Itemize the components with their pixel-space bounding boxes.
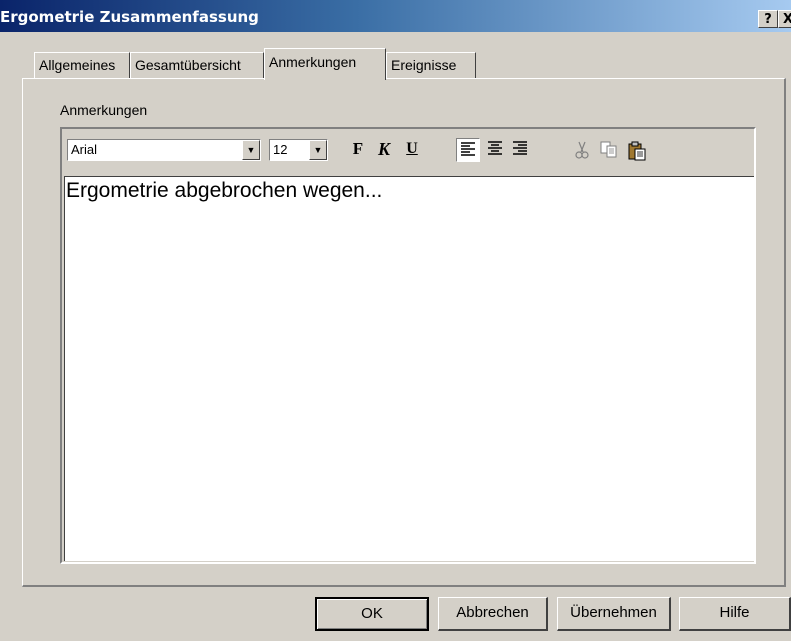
cancel-button[interactable]: Abbrechen <box>438 597 548 631</box>
align-right-button[interactable] <box>508 138 532 162</box>
tab-anmerkungen[interactable]: Anmerkungen <box>264 48 386 80</box>
cut-button[interactable] <box>570 138 594 162</box>
align-center-icon <box>488 141 502 155</box>
paste-button[interactable] <box>625 138 649 162</box>
tab-allgemeines[interactable]: Allgemeines <box>34 52 130 78</box>
ok-button[interactable]: OK <box>315 597 429 631</box>
font-family-select[interactable]: Arial ▼ <box>67 139 261 161</box>
panel-label: Anmerkungen <box>60 102 148 118</box>
close-title-button[interactable]: X <box>778 10 791 28</box>
align-center-button[interactable] <box>483 138 507 162</box>
tab-label: Anmerkungen <box>269 54 357 70</box>
paste-icon <box>628 141 646 161</box>
align-right-icon <box>513 141 527 155</box>
title-bar[interactable]: Ergometrie Zusammenfassung ? X <box>0 0 791 32</box>
cut-icon <box>575 141 589 159</box>
font-size-select[interactable]: 12 ▼ <box>269 139 328 161</box>
window-title: Ergometrie Zusammenfassung <box>0 8 259 26</box>
editor-toolbar: Arial ▼ 12 ▼ F K U <box>62 129 754 174</box>
tab-label: Gesamtübersicht <box>135 57 241 73</box>
notes-textarea[interactable]: Ergometrie abgebrochen wegen... <box>64 176 754 561</box>
apply-button[interactable]: Übernehmen <box>557 597 671 631</box>
align-left-button[interactable] <box>456 138 480 162</box>
tab-label: Allgemeines <box>39 57 116 73</box>
tab-label: Ereignisse <box>391 57 457 73</box>
copy-button[interactable] <box>597 138 621 162</box>
rich-text-editor: Arial ▼ 12 ▼ F K U Ergometrie abgebroche… <box>60 127 756 564</box>
dropdown-arrow-icon[interactable]: ▼ <box>309 140 327 160</box>
underline-button[interactable]: U <box>400 138 424 162</box>
font-size-value: 12 <box>273 142 288 157</box>
help-button[interactable]: Hilfe <box>679 597 791 631</box>
align-left-icon <box>461 142 475 156</box>
dropdown-arrow-icon[interactable]: ▼ <box>242 140 260 160</box>
italic-button[interactable]: K <box>372 138 396 162</box>
font-family-value: Arial <box>71 142 98 157</box>
bold-button[interactable]: F <box>346 138 370 162</box>
help-title-button[interactable]: ? <box>758 10 778 28</box>
copy-icon <box>600 141 617 158</box>
tab-ereignisse[interactable]: Ereignisse <box>386 52 476 78</box>
tab-gesamtuebersicht[interactable]: Gesamtübersicht <box>130 52 264 78</box>
